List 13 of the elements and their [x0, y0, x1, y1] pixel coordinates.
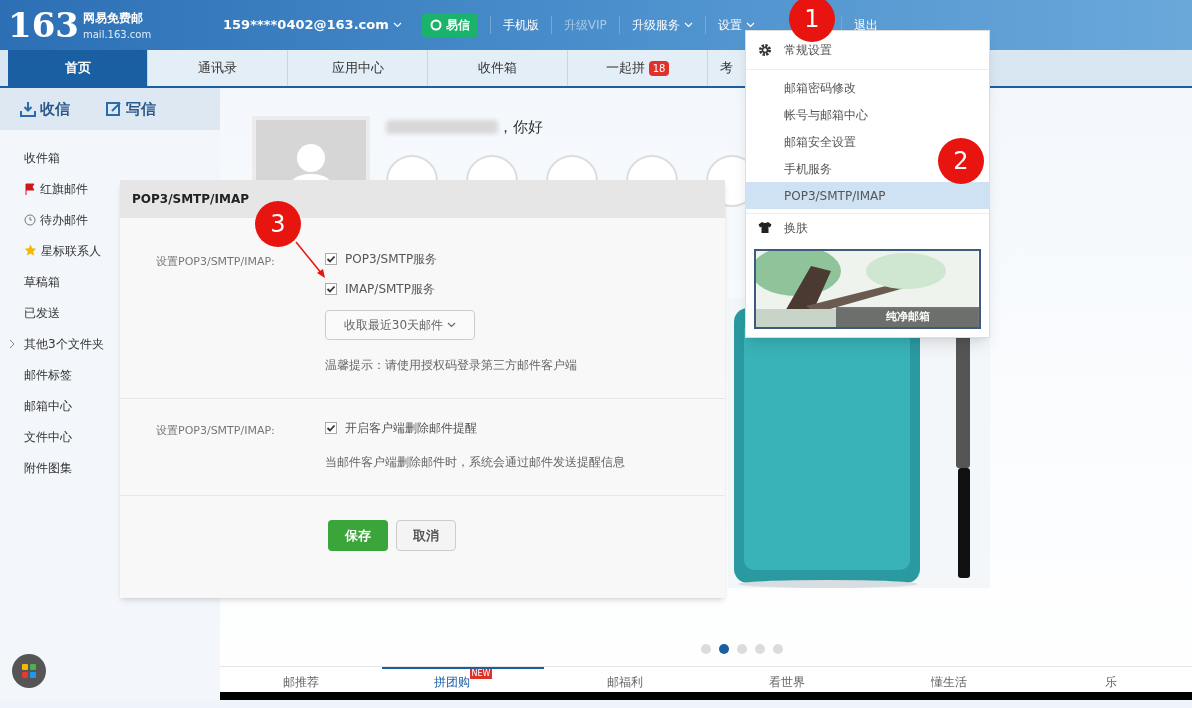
- checkbox-label: IMAP/SMTP服务: [345, 281, 435, 298]
- logo-domain: mail.163.com: [83, 27, 152, 42]
- checkbox-label: 开启客户端删除邮件提醒: [345, 420, 477, 437]
- logo-number: 163: [8, 8, 79, 42]
- logo-title: 网易免费邮: [83, 9, 144, 27]
- count-badge: 18: [648, 60, 670, 76]
- hint-text: 当邮件客户端删除邮件时，系统会通过邮件发送提醒信息: [325, 454, 625, 471]
- field-label: 设置POP3/SMTP/IMAP:: [156, 424, 275, 437]
- greeting-text: ，你好: [498, 117, 543, 138]
- checkbox-label: POP3/SMTP服务: [345, 251, 438, 268]
- new-badge: NEW: [469, 669, 493, 679]
- hint-text: 温馨提示：请使用授权码登录第三方邮件客户端: [325, 357, 577, 374]
- field-label: 设置POP3/SMTP/IMAP:: [156, 255, 275, 268]
